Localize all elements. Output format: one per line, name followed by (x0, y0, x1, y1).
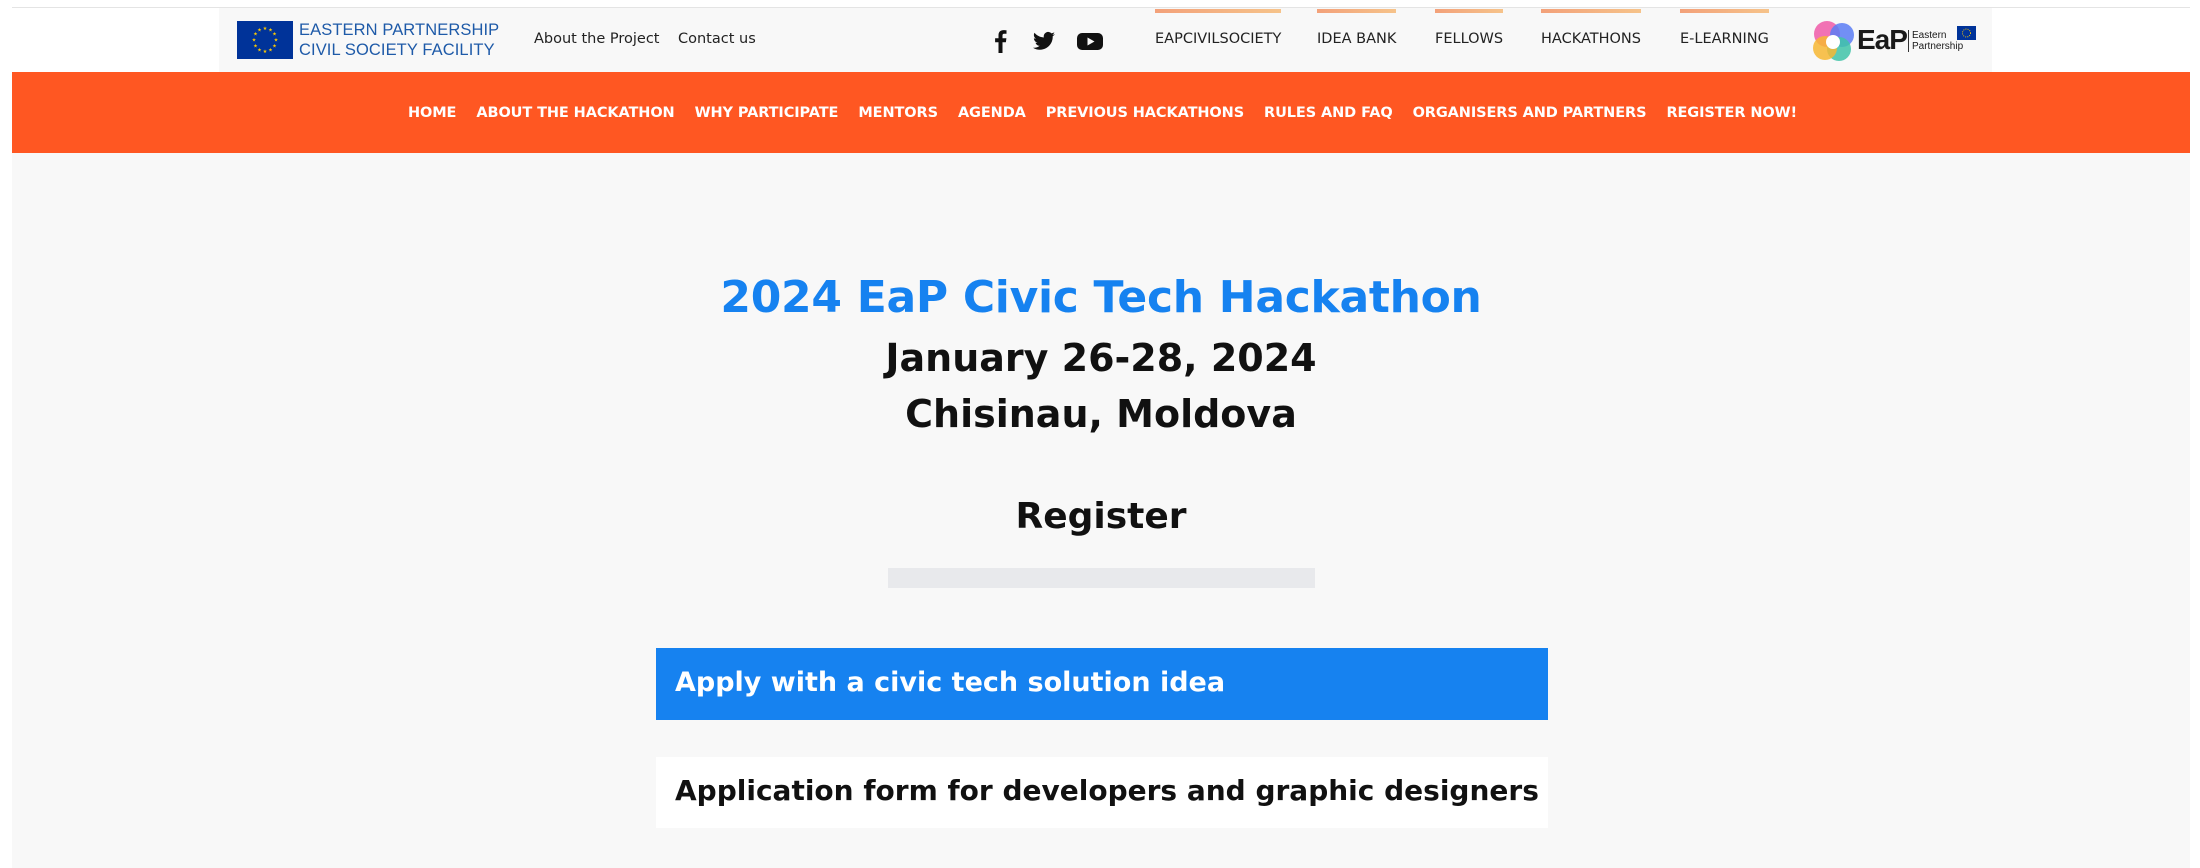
site-nav-accent-bar (1317, 9, 1397, 13)
nav-rules-and-faq[interactable]: RULES AND FAQ (1264, 105, 1393, 121)
site-nav-e-learning[interactable]: E-LEARNING (1680, 9, 1769, 47)
site-nav-fellows[interactable]: FELLOWS (1435, 9, 1504, 47)
site-nav-eapcivilsociety[interactable]: EAPCIVILSOCIETY (1155, 9, 1282, 47)
site-nav-accent-bar (1155, 9, 1282, 13)
facebook-icon[interactable] (988, 28, 1014, 54)
site-nav-label: HACKATHONS (1541, 31, 1641, 47)
site-nav-label: FELLOWS (1435, 31, 1504, 47)
hero-title: 2024 EaP Civic Tech Hackathon (720, 272, 1482, 323)
svg-text:★: ★ (263, 26, 268, 32)
svg-text:★: ★ (272, 44, 277, 50)
nav-register-now[interactable]: REGISTER NOW! (1666, 105, 1797, 121)
twitter-icon[interactable] (1031, 28, 1057, 54)
contact-us-link[interactable]: Contact us (678, 31, 756, 47)
eu-flag-small-icon (1957, 26, 1976, 40)
svg-text:★: ★ (257, 48, 262, 54)
eap-logo-sub-line-2: Partnership (1912, 41, 1964, 52)
eap-logo[interactable]: EaP Eastern Partnership (1811, 18, 1981, 66)
site-nav-label: E-LEARNING (1680, 31, 1769, 47)
nav-organisers-and-partners[interactable]: ORGANISERS AND PARTNERS (1413, 105, 1647, 121)
site-nav-accent-bar (1541, 9, 1641, 13)
nav-mentors[interactable]: MENTORS (858, 105, 938, 121)
about-project-link[interactable]: About the Project (534, 31, 660, 47)
svg-text:★: ★ (257, 28, 262, 34)
eap-flower-icon (1813, 21, 1854, 61)
apply-idea-button[interactable]: Apply with a civic tech solution idea (656, 648, 1548, 720)
site-nav-hackathons[interactable]: HACKATHONS (1541, 9, 1641, 47)
eap-logo-subtitle: Eastern Partnership (1908, 30, 1963, 52)
site-nav-label: IDEA BANK (1317, 31, 1397, 47)
eap-logo-word: EaP (1857, 24, 1908, 55)
page: ★ ★ ★ ★ ★ ★ ★ ★ ★ ★ ★ ★ EASTERN PARTNERSHIP CIVI… (12, 0, 2190, 868)
top-bar-inner: ★ ★ ★ ★ ★ ★ ★ ★ ★ ★ ★ ★ EASTERN PARTNERSHIP CIVI… (219, 8, 1992, 72)
nav-previous-hackathons[interactable]: PREVIOUS HACKATHONS (1046, 105, 1244, 121)
brand-line-2: CIVIL SOCIETY FACILITY (299, 41, 495, 59)
nav-agenda[interactable]: AGENDA (958, 105, 1026, 121)
youtube-icon[interactable] (1076, 28, 1104, 54)
svg-text:★: ★ (253, 44, 258, 50)
developer-designer-form-button[interactable]: Application form for developers and grap… (656, 757, 1548, 828)
hero-date: January 26-28, 2024 (885, 336, 1317, 380)
svg-text:★: ★ (268, 48, 273, 54)
register-divider (888, 568, 1315, 588)
eap-logo-sub-line-1: Eastern (1912, 30, 1947, 41)
nav-why-participate[interactable]: WHY PARTICIPATE (695, 105, 839, 121)
main-nav-list: HOME ABOUT THE HACKATHON WHY PARTICIPATE… (12, 72, 2190, 153)
hero-location: Chisinau, Moldova (905, 392, 1297, 436)
register-heading: Register (1015, 496, 1187, 537)
apply-idea-label: Apply with a civic tech solution idea (675, 667, 1226, 698)
svg-text:★: ★ (263, 49, 268, 55)
site-nav-accent-bar (1680, 9, 1769, 13)
brand-line-1: EASTERN PARTNERSHIP (299, 21, 500, 39)
eu-flag-icon: ★ ★★ ★★★ ★★★ ★★★ (237, 21, 293, 59)
developer-designer-form-label: Application form for developers and grap… (675, 774, 1539, 807)
brand-name: EASTERN PARTNERSHIP CIVIL SOCIETY FACILI… (299, 20, 499, 60)
main-navigation: HOME ABOUT THE HACKATHON WHY PARTICIPATE… (12, 72, 2190, 153)
svg-text:★: ★ (252, 38, 257, 44)
site-nav-idea-bank[interactable]: IDEA BANK (1317, 9, 1397, 47)
top-bar: ★ ★ ★ ★ ★ ★ ★ ★ ★ ★ ★ ★ EASTERN PARTNERSHIP CIVI… (12, 0, 2190, 72)
site-nav-accent-bar (1435, 9, 1504, 13)
nav-home[interactable]: HOME (408, 105, 457, 121)
site-nav-label: EAPCIVILSOCIETY (1155, 31, 1282, 47)
nav-about-the-hackathon[interactable]: ABOUT THE HACKATHON (476, 105, 674, 121)
